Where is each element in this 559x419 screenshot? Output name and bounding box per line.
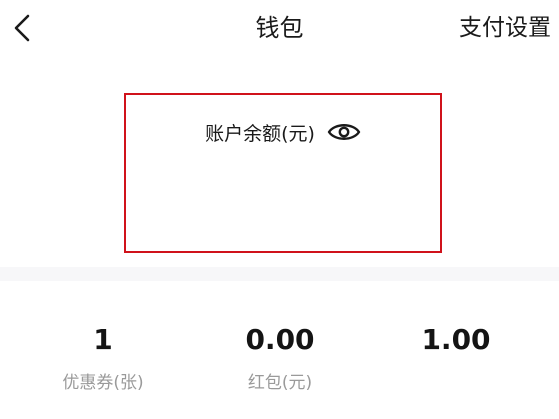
third-stat[interactable]: 1.00 — [386, 322, 526, 372]
toggle-balance-visibility-button[interactable] — [327, 121, 361, 147]
back-button[interactable] — [8, 8, 40, 48]
top-nav-bar: 钱包 支付设置 — [0, 0, 559, 58]
red-packet-stat[interactable]: 0.00 红包(元) — [210, 322, 350, 394]
section-divider — [0, 267, 559, 281]
wallet-page: 钱包 支付设置 账户余额(元) 1 优惠券(张) 0.00 红包(元) 1.00 — [0, 0, 559, 419]
third-stat-value: 1.00 — [421, 323, 491, 356]
account-balance-card: 账户余额(元) — [124, 93, 442, 253]
red-packet-amount: 0.00 — [245, 323, 315, 356]
coupons-label: 优惠券(张) — [62, 373, 144, 393]
red-packet-label: 红包(元) — [247, 373, 313, 393]
balance-label-row: 账户余额(元) — [126, 121, 440, 147]
wallet-stats: 1 优惠券(张) 0.00 红包(元) 1.00 — [0, 322, 559, 412]
payment-settings-button[interactable]: 支付设置 — [459, 12, 551, 44]
coupons-stat[interactable]: 1 优惠券(张) — [33, 322, 173, 394]
coupons-count: 1 — [93, 323, 113, 356]
account-balance-label: 账户余额(元) — [205, 123, 315, 145]
eye-icon — [327, 121, 361, 147]
chevron-left-icon — [8, 8, 40, 48]
